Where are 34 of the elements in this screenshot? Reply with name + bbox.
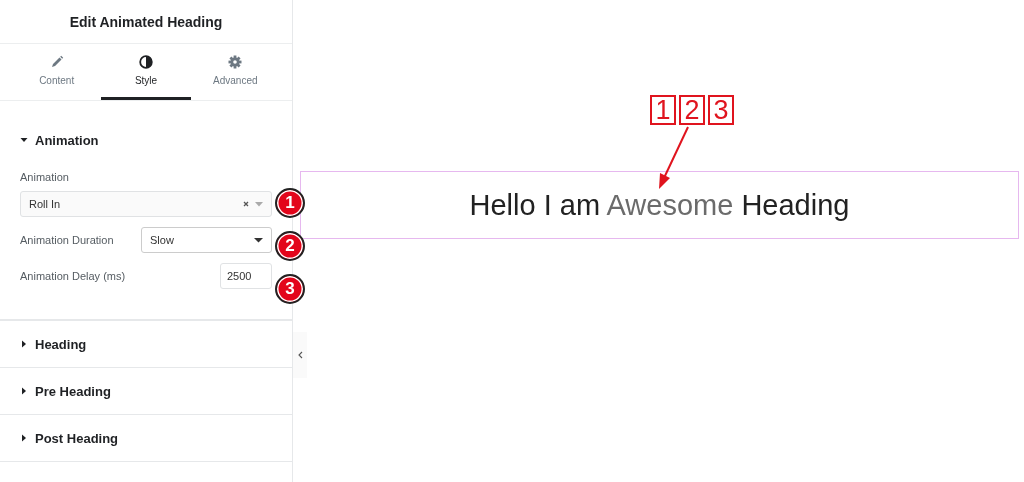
select-field[interactable]: Slow <box>141 227 272 253</box>
caret-down-icon <box>20 136 28 144</box>
callout-arrow <box>656 126 692 190</box>
settings-icon <box>228 55 243 69</box>
section-header[interactable]: Pre Heading <box>0 368 292 414</box>
caret-down-icon <box>254 237 263 243</box>
caret-right-icon <box>20 434 28 442</box>
chevron-left-icon <box>297 351 303 359</box>
step-label: 2 <box>679 95 705 125</box>
collapse-handle[interactable] <box>293 332 307 378</box>
field-label: Animation Delay (ms) <box>20 270 126 282</box>
select-field[interactable]: Roll In <box>20 191 272 217</box>
clear-icon[interactable] <box>243 201 249 207</box>
panel-title: Edit Animated Heading <box>69 13 223 30</box>
contrast-icon <box>139 55 153 69</box>
step-label: 3 <box>708 95 734 125</box>
panel-tab[interactable]: Style <box>101 44 191 100</box>
caret-right-icon <box>20 340 28 348</box>
caret-right-icon <box>20 387 28 395</box>
heading-widget[interactable]: Hello I am Awesome Heading <box>300 171 1019 239</box>
panel-tab[interactable]: Content <box>12 44 102 100</box>
section-header[interactable]: Post Heading <box>0 415 292 461</box>
caret-down-icon <box>255 201 263 207</box>
pencil-icon <box>49 55 64 69</box>
field-label: Animation <box>20 171 70 183</box>
step-label: 1 <box>650 95 676 125</box>
field-label: Animation Duration <box>20 234 114 246</box>
animated-heading: Hello I am Awesome Heading <box>469 188 850 222</box>
number-field[interactable]: 2500 <box>220 263 272 289</box>
step-badge: 1 <box>275 188 305 218</box>
section-header[interactable]: Heading <box>0 321 292 367</box>
step-badge: 3 <box>275 274 305 304</box>
panel-tab[interactable]: Advanced <box>190 44 280 100</box>
step-badge: 2 <box>275 231 305 261</box>
